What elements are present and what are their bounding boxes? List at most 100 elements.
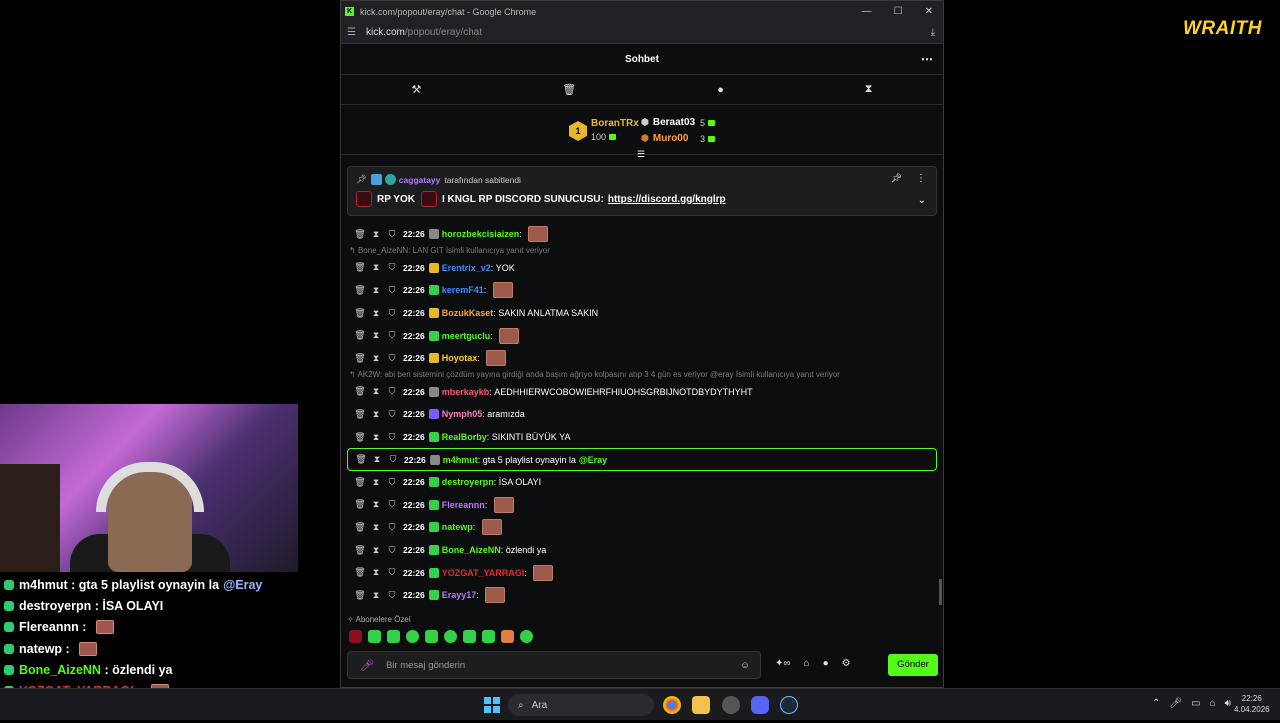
message-username[interactable]: horozbekcisiaizen xyxy=(442,229,520,239)
message-username[interactable]: BozukKaset xyxy=(442,308,494,318)
scroll-down-icon[interactable]: ☰ xyxy=(637,149,645,160)
maximize-icon[interactable]: ☐ xyxy=(894,6,903,17)
shield-icon[interactable]: ⛉ xyxy=(385,409,399,420)
delete-icon[interactable]: 🗑︎ xyxy=(353,477,367,488)
delete-icon[interactable]: 🗑︎ xyxy=(353,353,367,364)
message-username[interactable]: Bone_AizeNN xyxy=(442,545,501,555)
chat-bubble-icon[interactable]: ● xyxy=(823,658,829,669)
gear-icon[interactable]: ⚙ xyxy=(842,658,851,669)
delete-icon[interactable]: 🗑︎ xyxy=(353,409,367,420)
hammer-icon[interactable]: ⚒ xyxy=(411,83,421,96)
send-button[interactable]: Gönder xyxy=(888,654,938,676)
network-icon[interactable]: ⌂ xyxy=(1210,698,1216,709)
chat-message[interactable]: 🗑︎ ⧗ ⛉ 22:26 Hoyotax : xyxy=(347,347,937,370)
chat-message[interactable]: 🗑︎ ⧗ ⛉ 22:26 destroyerpn : İSA OLAYI xyxy=(347,471,937,494)
chat-scrollbar[interactable] xyxy=(939,579,942,605)
steam-icon[interactable] xyxy=(780,696,798,714)
unpin-icon[interactable]: 📌︎ xyxy=(891,173,902,184)
emote-button[interactable] xyxy=(463,630,476,643)
message-composer[interactable]: 🎤︎ Bir mesaj gönderin ☺ xyxy=(347,651,761,679)
shield-icon[interactable]: ⛉ xyxy=(385,477,399,488)
timeout-icon[interactable]: ⧗ xyxy=(369,229,383,240)
chrome-icon[interactable] xyxy=(663,696,681,714)
chat-message[interactable]: 🗑︎ ⧗ ⛉ 22:26 meertguclu : xyxy=(347,324,937,347)
microphone-icon[interactable]: 🎤︎ xyxy=(360,659,374,672)
chat-message[interactable]: 🗑︎ ⧗ ⛉ 22:26 horozbekcisiaizen : xyxy=(347,223,937,246)
emote-button[interactable] xyxy=(349,630,362,643)
reply-context[interactable]: ↰ Bone_AizeNN: LAN GIT İsimli kullanıcıy… xyxy=(347,246,937,257)
emote-button[interactable] xyxy=(482,630,495,643)
chat-message[interactable]: 🗑︎ ⧗ ⛉ 22:26 keremF41 : xyxy=(347,279,937,302)
gift-icon[interactable]: ✦∞ xyxy=(775,658,791,669)
chat-message[interactable]: 🗑︎ ⧗ ⛉ 22:26 Bone_AizeNN : özlendi ya xyxy=(347,539,937,562)
leader-second-name[interactable]: ⬢ Beraat03 xyxy=(641,117,695,128)
clock[interactable]: 22:26 4.04.2026 xyxy=(1234,693,1270,715)
delete-icon[interactable]: 🗑︎ xyxy=(353,590,367,601)
leader-third-name[interactable]: ⬢ Muro00 xyxy=(641,133,688,144)
shield-icon[interactable]: ⛉ xyxy=(385,330,399,341)
timeout-icon[interactable]: ⧗ xyxy=(369,499,383,510)
trash-icon[interactable]: 🗑︎ xyxy=(562,83,576,96)
file-explorer-icon[interactable] xyxy=(692,696,710,714)
hourglass-icon[interactable]: ⧗ xyxy=(865,83,873,96)
chat-message[interactable]: 🗑︎ ⧗ ⛉ 22:26 mberkaykb : AEDHHIERWCOBOWI… xyxy=(347,381,937,404)
message-username[interactable]: keremF41 xyxy=(442,285,484,295)
emote-button[interactable] xyxy=(501,630,514,643)
delete-icon[interactable]: 🗑︎ xyxy=(353,432,367,443)
shield-icon[interactable]: ⛉ xyxy=(385,285,399,296)
timeout-icon[interactable]: ⧗ xyxy=(369,590,383,601)
delete-icon[interactable]: 🗑︎ xyxy=(353,499,367,510)
shield-icon[interactable]: ⛉ xyxy=(385,229,399,240)
emote-button[interactable] xyxy=(444,630,457,643)
delete-icon[interactable]: 🗑︎ xyxy=(354,454,368,465)
message-input[interactable]: Bir mesaj gönderin xyxy=(386,660,465,671)
timeout-icon[interactable]: ⧗ xyxy=(369,432,383,443)
message-username[interactable]: meertguclu xyxy=(442,331,491,341)
minimize-icon[interactable]: — xyxy=(862,6,872,17)
shield-icon[interactable]: ⛉ xyxy=(385,522,399,533)
reply-context[interactable]: ↰ AK2W: abi ben sistemini çözdüm yayına … xyxy=(347,370,937,381)
timeout-icon[interactable]: ⧗ xyxy=(370,454,384,465)
site-settings-icon[interactable]: ☰ xyxy=(347,27,356,38)
discord-icon[interactable] xyxy=(751,696,769,714)
timeout-icon[interactable]: ⧗ xyxy=(369,353,383,364)
emote-button[interactable] xyxy=(406,630,419,643)
delete-icon[interactable]: 🗑︎ xyxy=(353,330,367,341)
timeout-icon[interactable]: ⧗ xyxy=(369,409,383,420)
chat-message[interactable]: 🗑︎ ⧗ ⛉ 22:26 natewp : xyxy=(347,516,937,539)
timeout-icon[interactable]: ⧗ xyxy=(369,285,383,296)
shield-icon[interactable]: ⛉ xyxy=(385,308,399,319)
emote-button[interactable] xyxy=(387,630,400,643)
taskbar-search[interactable]: ⌕ Ara xyxy=(508,694,654,716)
message-username[interactable]: RealBorby xyxy=(442,432,487,442)
shield-icon[interactable]: ⛉ xyxy=(385,353,399,364)
shield-icon[interactable]: ⛉ xyxy=(385,567,399,578)
chat-message[interactable]: 🗑︎ ⧗ ⛉ 22:26 m4hmut : gta 5 playlist oyn… xyxy=(347,448,937,471)
delete-icon[interactable]: 🗑︎ xyxy=(353,545,367,556)
display-icon[interactable]: ▭ xyxy=(1191,698,1200,709)
pinned-link[interactable]: https://discord.gg/knglrp xyxy=(608,194,726,205)
close-icon[interactable]: ✕ xyxy=(925,6,933,17)
delete-icon[interactable]: 🗑︎ xyxy=(353,308,367,319)
emote-button[interactable] xyxy=(425,630,438,643)
timeout-icon[interactable]: ⧗ xyxy=(369,477,383,488)
pinned-message[interactable]: 📌︎ caggatayy tarafından sabitlendi RP YO… xyxy=(347,166,937,216)
chat-message[interactable]: 🗑︎ ⧗ ⛉ 22:26 Flereannn : xyxy=(347,494,937,517)
chat-message[interactable]: 🗑︎ ⧗ ⛉ 22:26 Erayy17 : xyxy=(347,584,937,607)
message-username[interactable]: YOZGAT_YARRAGI xyxy=(442,568,525,578)
chat-message[interactable]: 🗑︎ ⧗ ⛉ 22:26 BozukKaset : SAKIN ANLATMA … xyxy=(347,302,937,325)
chat-message[interactable]: 🗑︎ ⧗ ⛉ 22:26 RealBorby : SIKINTI BÜYÜK Y… xyxy=(347,426,937,449)
message-username[interactable]: Erayy17 xyxy=(442,590,477,600)
message-username[interactable]: destroyerpn xyxy=(442,477,494,487)
shield-icon[interactable]: ⛉ xyxy=(385,432,399,443)
timeout-icon[interactable]: ⧗ xyxy=(369,567,383,578)
emote-button[interactable] xyxy=(520,630,533,643)
delete-icon[interactable]: 🗑︎ xyxy=(353,522,367,533)
chevron-up-icon[interactable]: ⌃ xyxy=(1152,698,1160,709)
timeout-icon[interactable]: ⧗ xyxy=(369,262,383,273)
app-icon[interactable] xyxy=(722,696,740,714)
download-icon[interactable]: ⤓ xyxy=(931,27,935,38)
delete-icon[interactable]: 🗑︎ xyxy=(353,285,367,296)
leader-first-name[interactable]: BoranTRx xyxy=(591,118,639,129)
message-username[interactable]: mberkaykb xyxy=(442,387,490,397)
